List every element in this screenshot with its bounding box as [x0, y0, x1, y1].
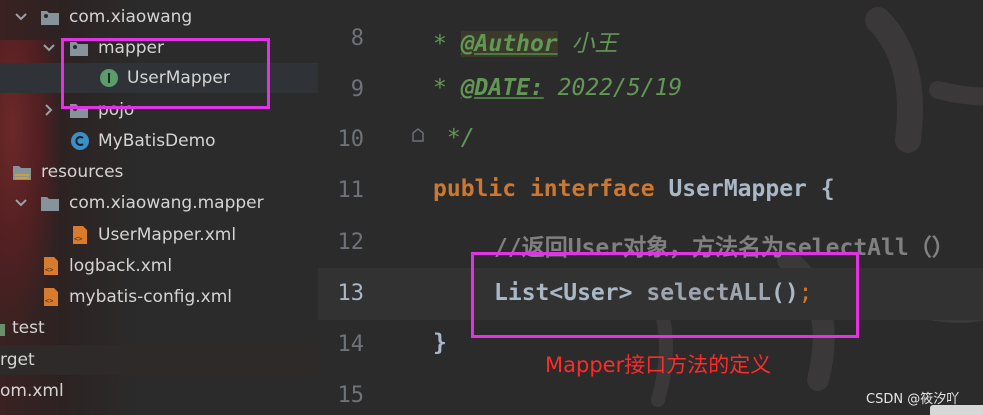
xml-file-icon: <>: [70, 225, 90, 245]
corner-badge: [930, 405, 983, 415]
fold-marker-icon[interactable]: [411, 127, 425, 143]
line-number: 15: [337, 383, 365, 408]
tree-item-mybatis-config-xml[interactable]: <> mybatis-config.xml: [0, 282, 318, 312]
line-number: 9: [350, 77, 364, 102]
tree-item-label: resources: [41, 162, 124, 182]
line-number: 12: [337, 230, 365, 255]
doc-text: 小王: [557, 31, 618, 57]
class-icon: [70, 131, 90, 151]
svg-text:<>: <>: [45, 297, 53, 305]
folder-icon: [0, 318, 6, 338]
line-number: 11: [337, 178, 365, 203]
code-line-11[interactable]: public interface UserMapper {: [433, 176, 835, 202]
svg-text:<>: <>: [74, 235, 82, 243]
xml-file-icon: <>: [41, 287, 61, 307]
tree-item-label: UserMapper.xml: [98, 225, 237, 245]
project-tree-panel: com.xiaowang mapper UserMapper pojo MyBa…: [0, 0, 318, 415]
annotation-label: Mapper接口方法的定义: [545, 353, 772, 377]
tree-item-resources[interactable]: resources: [0, 157, 318, 187]
tree-item-label: om.xml: [0, 381, 64, 401]
doc-star: *: [433, 75, 461, 101]
xml-file-icon: <>: [41, 256, 61, 276]
chevron-down-icon[interactable]: [14, 10, 28, 24]
keyword-interface: interface: [529, 176, 655, 202]
doc-comment-end: */: [433, 125, 475, 151]
open-brace: {: [806, 176, 835, 202]
tree-item-test[interactable]: test: [0, 313, 318, 343]
line-number: 14: [337, 332, 365, 357]
doc-star: *: [433, 31, 461, 57]
doc-tag-date: @DATE:: [460, 75, 544, 101]
folder-icon: [40, 193, 60, 213]
tree-item-target[interactable]: rget: [0, 345, 318, 375]
tree-item-label: logback.xml: [69, 256, 173, 276]
tree-item-label: mybatis-config.xml: [69, 287, 232, 307]
highlight-box-tree: [61, 38, 270, 109]
keyword-public: public: [433, 176, 517, 202]
tree-item-label: rget: [0, 350, 35, 370]
tree-item-logback-xml[interactable]: <> logback.xml: [0, 251, 318, 281]
code-line-10[interactable]: */: [433, 125, 475, 151]
tree-item-label: test: [12, 318, 45, 338]
tree-item-label: com.xiaowang: [69, 7, 193, 27]
code-line-8[interactable]: * @Author 小王: [433, 24, 618, 58]
line-number: 10: [337, 127, 365, 152]
tree-item-com-xiaowang-mapper[interactable]: com.xiaowang.mapper: [0, 188, 318, 218]
chevron-down-icon[interactable]: [14, 196, 28, 210]
code-line-14[interactable]: }: [433, 330, 447, 356]
doc-tag-author: @Author: [460, 31, 558, 57]
line-number: 8: [350, 26, 364, 51]
package-folder-icon: [40, 7, 60, 27]
interface-name: UserMapper: [668, 176, 807, 202]
tree-item-pom-xml[interactable]: om.xml: [0, 376, 318, 406]
tree-item-label: MyBatisDemo: [98, 131, 216, 151]
chevron-right-icon[interactable]: [42, 103, 56, 117]
code-line-9[interactable]: * @DATE: 2022/5/19: [433, 75, 682, 101]
svg-text:<>: <>: [45, 266, 53, 274]
tree-item-label: com.xiaowang.mapper: [69, 193, 264, 213]
tree-item-com-xiaowang[interactable]: com.xiaowang: [0, 2, 318, 32]
chevron-down-icon[interactable]: [42, 41, 56, 55]
doc-text: 2022/5/19: [543, 75, 683, 101]
tree-item-usermapper-xml[interactable]: <> UserMapper.xml: [0, 220, 318, 250]
tree-item-mybatisdemo[interactable]: MyBatisDemo: [0, 126, 318, 156]
highlight-box-method: [471, 252, 859, 338]
line-number-current: 13: [337, 281, 365, 306]
close-brace: }: [433, 330, 447, 356]
resources-folder-icon: [12, 162, 32, 182]
